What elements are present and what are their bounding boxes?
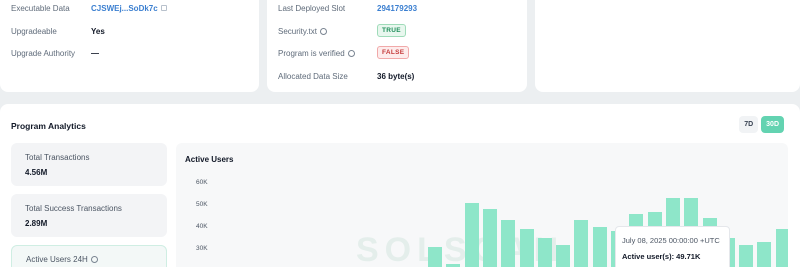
chart-tooltip: July 08, 2025 00:00:00 +UTC Active user(… [615, 226, 730, 267]
info-icon[interactable] [347, 50, 355, 57]
total-success-card: Total Success Transactions 2.89M [11, 194, 167, 237]
executable-data-value[interactable]: CJSWEj...SoDk7c [91, 4, 167, 13]
upgradeable-label: Upgradeable [11, 27, 57, 36]
program-verified-text: Program is verified [278, 49, 345, 58]
copy-icon[interactable] [160, 5, 167, 11]
range-30d-button[interactable]: 30D [761, 116, 784, 133]
chart-bar[interactable] [592, 227, 607, 267]
upgradeable-value: Yes [91, 27, 105, 36]
security-txt-badge: TRUE [377, 24, 406, 37]
chart-bar[interactable] [757, 242, 772, 267]
last-deployed-slot-link[interactable]: 294179293 [377, 4, 417, 13]
security-txt-label: Security.txt [278, 27, 327, 36]
chart-bar[interactable] [775, 229, 788, 267]
allocated-data-value: 36 byte(s) [377, 72, 415, 81]
program-info-card: Executable Data CJSWEj...SoDk7c Upgradea… [0, 0, 259, 92]
total-success-value: 2.89M [25, 219, 48, 228]
executable-data-link[interactable]: CJSWEj...SoDk7c [91, 4, 158, 13]
chart-bar[interactable] [519, 229, 534, 267]
total-transactions-card: Total Transactions 4.56M [11, 143, 167, 186]
deploy-info-card: Last Deployed Slot 294179293 Security.tx… [267, 0, 527, 92]
info-icon[interactable] [319, 28, 327, 35]
last-deployed-slot-label: Last Deployed Slot [278, 4, 346, 13]
info-icon[interactable] [90, 256, 98, 263]
tooltip-date: July 08, 2025 00:00:00 +UTC [622, 236, 720, 245]
chart-bar[interactable] [501, 220, 516, 267]
total-transactions-value: 4.56M [25, 168, 48, 177]
range-7d-button[interactable]: 7D [739, 116, 759, 133]
active-users-24h-card: Active Users 24H [11, 245, 167, 267]
upgrade-authority-value: — [91, 49, 99, 58]
chart-bar[interactable] [464, 202, 479, 267]
allocated-data-label: Allocated Data Size [278, 72, 348, 81]
chart-bar[interactable] [537, 238, 552, 267]
active-users-24h-label: Active Users 24H [26, 255, 98, 264]
chart-bar[interactable] [482, 209, 497, 267]
chart-bar[interactable] [739, 244, 754, 267]
total-transactions-label: Total Transactions [25, 153, 90, 162]
chart-bar[interactable] [428, 246, 442, 267]
security-txt-text: Security.txt [278, 27, 317, 36]
tooltip-value: Active user(s): 49.71K [622, 252, 701, 261]
chart-bar[interactable] [574, 220, 589, 267]
total-success-label: Total Success Transactions [25, 204, 122, 213]
chart-bar[interactable] [556, 244, 571, 267]
upgrade-authority-label: Upgrade Authority [11, 49, 76, 58]
program-verified-badge: FALSE [377, 46, 410, 59]
program-verified-label: Program is verified [278, 49, 355, 58]
program-analytics-title: Program Analytics [11, 121, 86, 131]
active-users-24h-text: Active Users 24H [26, 255, 88, 264]
executable-data-label: Executable Data [11, 4, 70, 13]
empty-info-card [535, 0, 800, 92]
range-toggle: 7D 30D [739, 116, 784, 133]
